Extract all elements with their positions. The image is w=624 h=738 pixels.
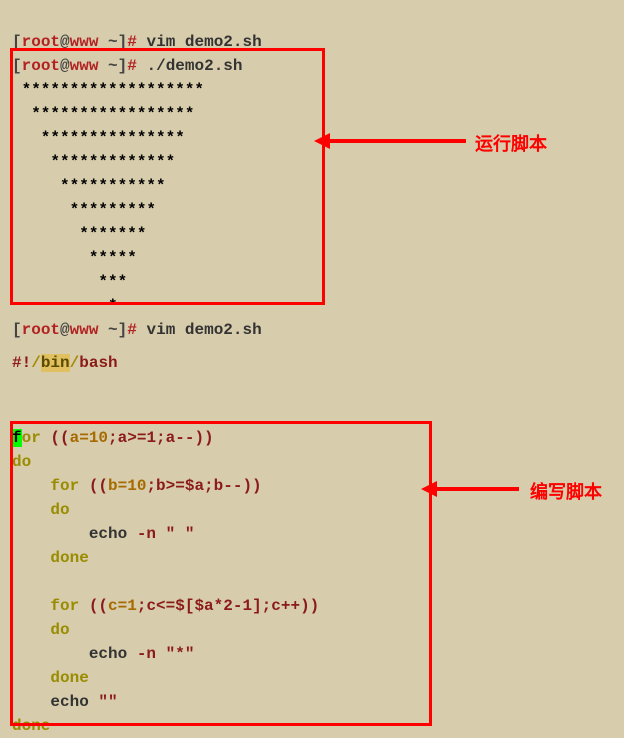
arrow-icon-1 <box>326 141 466 145</box>
prompt-line-3: [root@www ~]# vim demo2.sh <box>12 321 262 339</box>
shebang-line: #!/bin/bash <box>0 354 624 372</box>
highlight-box-code <box>10 421 432 726</box>
label-write-script: 编写脚本 <box>530 478 602 504</box>
arrow-icon-2 <box>433 489 519 493</box>
label-run-script: 运行脚本 <box>475 130 547 156</box>
highlight-box-output <box>10 48 325 305</box>
